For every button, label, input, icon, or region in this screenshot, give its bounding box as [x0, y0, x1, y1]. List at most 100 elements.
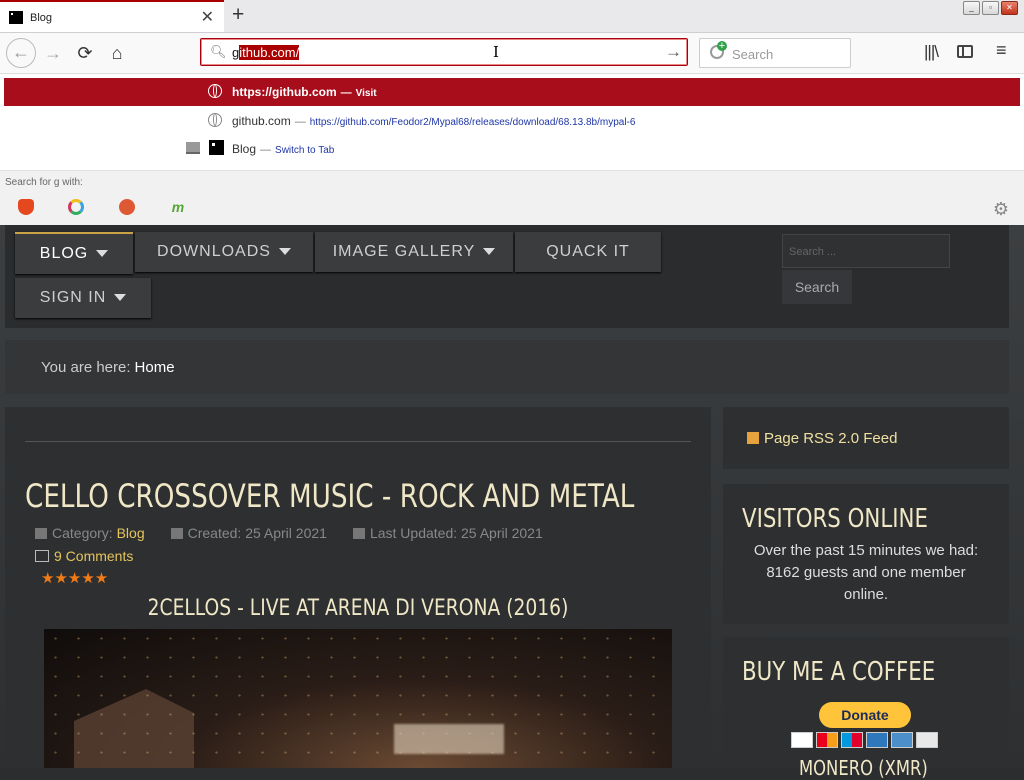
- favicon-icon: [209, 140, 224, 155]
- comments-link[interactable]: 9 Comments: [35, 548, 133, 564]
- search-for-label: Search for g with:: [5, 177, 83, 188]
- tab-strip: Blog ✕ + _ ▫ ✕: [0, 0, 1024, 33]
- visitors-heading: VISITORS ONLINE: [742, 504, 928, 534]
- row-content: https://github.com — Visit: [232, 85, 377, 99]
- row-title: github.com: [232, 114, 291, 128]
- navigation-toolbar: ← → ⟳ ⌂ 🔍︎ github.com/ I → Search |||\ ≡: [0, 33, 1024, 74]
- home-button[interactable]: ⌂: [103, 39, 131, 67]
- tab-blog[interactable]: Blog ✕: [0, 0, 224, 32]
- site-search-placeholder: Search ...: [789, 246, 837, 258]
- stage-glow: [394, 724, 504, 754]
- row-url: https://github.com/Feodor2/Mypal68/relea…: [309, 117, 636, 128]
- restore-button[interactable]: ▫: [982, 1, 999, 15]
- rss-panel: Page RSS 2.0 Feed: [723, 407, 1009, 469]
- url-autocomplete-popup: https://github.com — Visit github.com — http…: [0, 74, 1024, 225]
- menu-quack-label: QUACK IT: [546, 243, 630, 260]
- row-content: Blog — Switch to Tab: [232, 142, 334, 156]
- comments-count: 9 Comments: [54, 548, 134, 564]
- created-date: Created: 25 April 2021: [187, 525, 327, 541]
- one-off-search-engines: Search for g with: m ⚙: [0, 170, 1024, 225]
- tab-title: Blog: [30, 12, 53, 24]
- calendar-icon: [170, 528, 183, 539]
- autocomplete-row-visit[interactable]: https://github.com — Visit: [4, 78, 1020, 106]
- video-title: 2CELLOS - LIVE AT ARENA DI VERONA (2016): [147, 596, 569, 621]
- row-content: github.com — https://github.com/Feodor2/My…: [232, 114, 635, 128]
- comment-icon: [35, 550, 49, 562]
- search-icon: 🔍︎: [210, 44, 227, 59]
- sidebar-icon[interactable]: [957, 45, 973, 58]
- window-controls: _ ▫ ✕: [963, 1, 1018, 15]
- close-window-button[interactable]: ✕: [1001, 1, 1018, 15]
- row-separator: —: [340, 87, 352, 99]
- article: CELLO CROSSOVER MUSIC - ROCK AND METAL C…: [5, 407, 711, 768]
- back-button[interactable]: ←: [6, 38, 36, 68]
- globe-icon: [208, 113, 222, 127]
- article-meta: Category: Blog Created: 25 April 2021 Last…: [35, 525, 543, 541]
- monero-heading: MONERO (XMR): [799, 756, 928, 780]
- forward-button[interactable]: →: [39, 39, 67, 67]
- menu-sign-in[interactable]: SIGN IN: [15, 278, 151, 318]
- brave-search-icon[interactable]: [18, 199, 34, 215]
- breadcrumb-home[interactable]: Home: [135, 359, 175, 376]
- category-link[interactable]: Blog: [117, 525, 145, 541]
- search-bar[interactable]: Search: [699, 38, 851, 68]
- donate-button[interactable]: Donate: [819, 702, 911, 728]
- row-action: Switch to Tab: [275, 145, 335, 156]
- row-separator: —: [260, 144, 272, 156]
- m-search-icon[interactable]: m: [170, 199, 186, 215]
- category-label: Category:: [52, 525, 113, 541]
- breadcrumb-label: You are here:: [41, 359, 131, 376]
- visa-icon: [791, 732, 813, 748]
- autocomplete-row-switch-tab[interactable]: Blog — Switch to Tab: [4, 135, 1020, 163]
- card-icon: [916, 732, 938, 748]
- chevron-down-icon: [96, 250, 109, 258]
- switch-tab-icon: [186, 142, 200, 154]
- row-separator: —: [294, 116, 306, 128]
- url-autocomplete-selection: ithub.com/: [239, 45, 300, 60]
- text-cursor-icon: I: [493, 43, 499, 61]
- chevron-down-icon: [483, 248, 496, 256]
- favicon-icon: [9, 11, 23, 24]
- menu-blog[interactable]: BLOG: [15, 232, 133, 274]
- search-engine-icon[interactable]: [710, 41, 727, 59]
- mastercard-icon: [816, 732, 838, 748]
- qwant-search-icon[interactable]: [68, 199, 84, 215]
- new-tab-button[interactable]: +: [232, 3, 244, 27]
- minimize-button[interactable]: _: [963, 1, 980, 15]
- menu-signin-label: SIGN IN: [39, 289, 107, 306]
- rss-link[interactable]: Page RSS 2.0 Feed: [747, 430, 897, 447]
- row-title: Blog: [232, 142, 257, 156]
- folder-icon: [35, 528, 47, 539]
- menu-downloads[interactable]: DOWNLOADS: [135, 232, 313, 272]
- duckduckgo-search-icon[interactable]: [119, 199, 135, 215]
- crowd-lights: [44, 629, 672, 768]
- go-arrow-icon[interactable]: →: [665, 42, 682, 62]
- article-title[interactable]: CELLO CROSSOVER MUSIC - ROCK AND METAL: [25, 477, 634, 515]
- updated-date: Last Updated: 25 April 2021: [369, 525, 543, 541]
- video-thumbnail[interactable]: [44, 629, 672, 768]
- calendar-icon: [352, 528, 365, 539]
- menu-downloads-label: DOWNLOADS: [157, 243, 271, 260]
- site-search-button[interactable]: Search: [782, 270, 852, 304]
- url-bar[interactable]: 🔍︎ github.com/ I →: [200, 38, 688, 66]
- library-icon[interactable]: |||\: [924, 42, 939, 62]
- menu-quack-it[interactable]: QUACK IT: [515, 232, 661, 272]
- gear-icon[interactable]: ⚙: [993, 199, 1009, 220]
- payment-cards: [791, 732, 938, 748]
- rss-icon: [747, 432, 759, 444]
- chevron-down-icon: [278, 248, 291, 256]
- close-tab-icon[interactable]: ✕: [201, 7, 214, 27]
- menu-gallery-label: IMAGE GALLERY: [332, 243, 476, 260]
- menu-image-gallery[interactable]: IMAGE GALLERY: [315, 232, 513, 272]
- hamburger-menu-icon[interactable]: ≡: [996, 40, 1007, 61]
- url-text[interactable]: github.com/: [232, 45, 300, 60]
- search-placeholder: Search: [732, 47, 774, 62]
- breadcrumb: You are here: Home: [5, 340, 1009, 394]
- site-search-input[interactable]: Search ...: [782, 234, 950, 268]
- chevron-down-icon: [114, 294, 127, 302]
- autocomplete-row-history[interactable]: github.com — https://github.com/Feodor2/My…: [4, 107, 1020, 135]
- reload-button[interactable]: ⟳: [71, 39, 99, 67]
- globe-icon: [208, 84, 222, 98]
- rating-stars[interactable]: ★★★★★: [41, 569, 108, 587]
- visitors-text: Over the past 15 minutes we had: 8162 gu…: [753, 542, 979, 603]
